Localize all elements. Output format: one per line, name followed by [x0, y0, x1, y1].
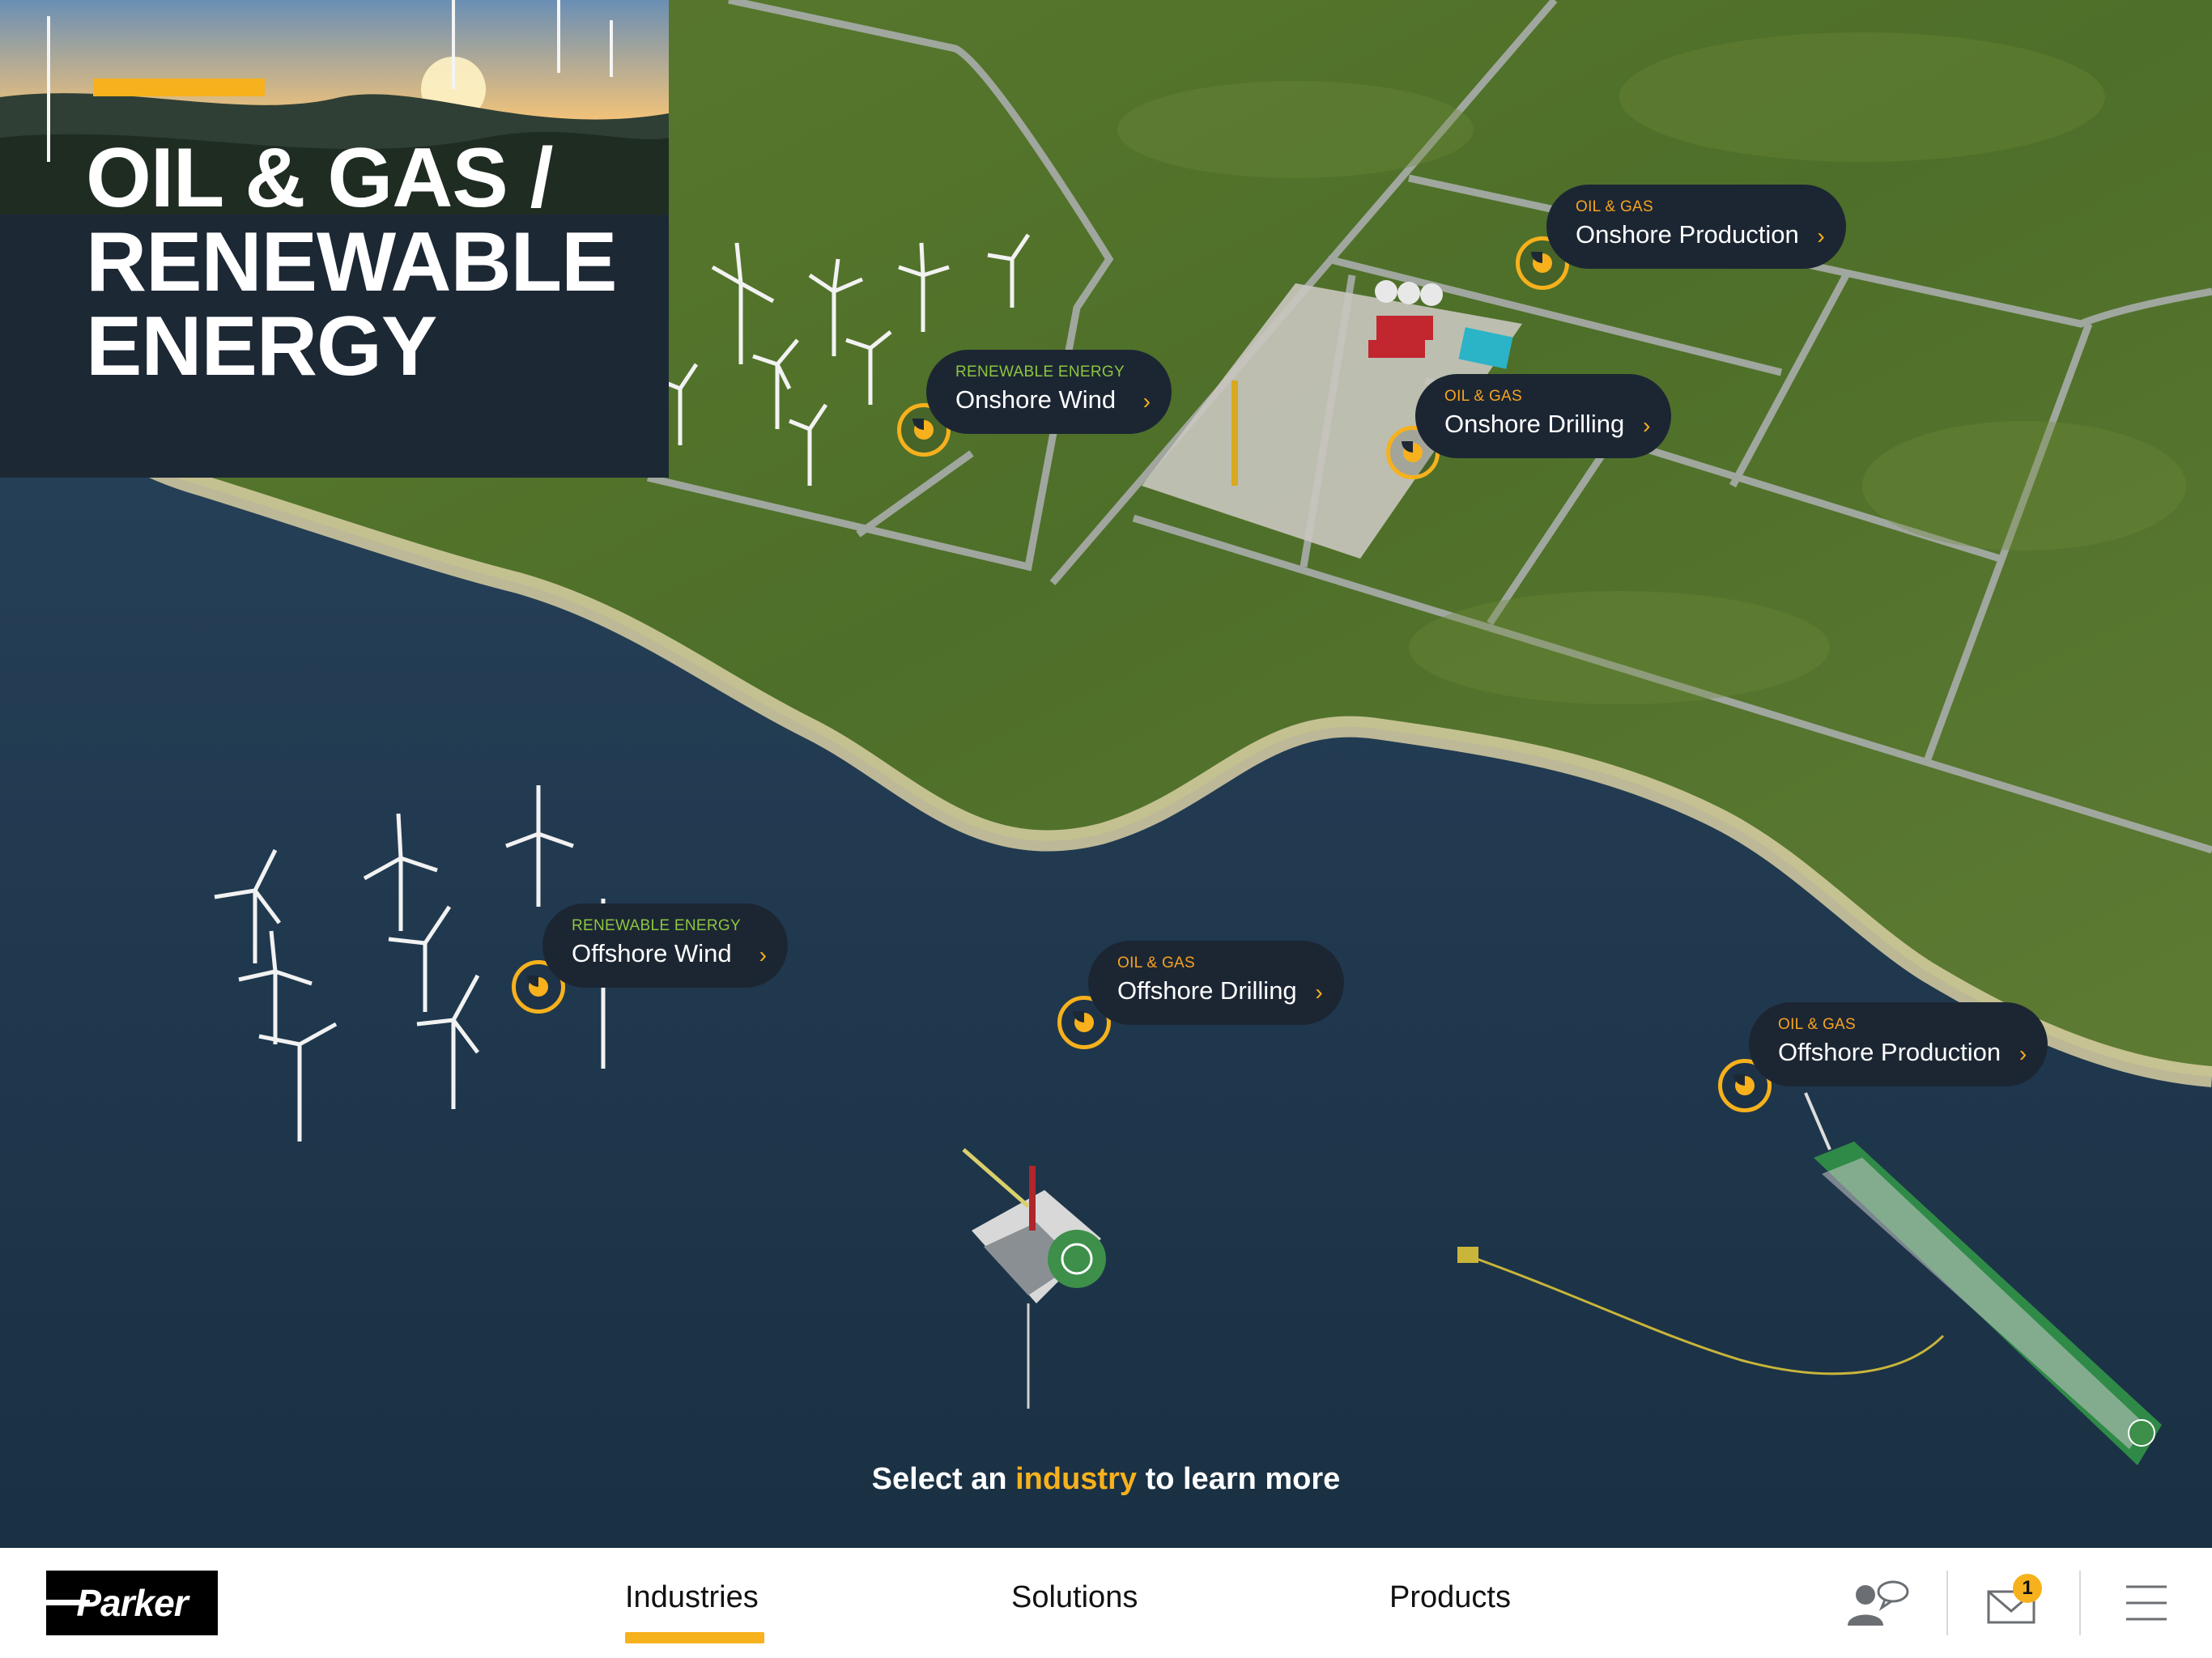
instruction-before: Select an	[871, 1462, 1007, 1496]
page-title: OIL & GAS / RENEWABLE ENERGY	[86, 136, 653, 389]
page-title-line-2: RENEWABLE	[86, 215, 617, 309]
chevron-right-icon: ›	[1817, 223, 1825, 249]
hotspot-label[interactable]: OIL & GAS Onshore Drilling ›	[1415, 374, 1672, 458]
bottom-navigation-bar: Parker Industries Solutions Products	[0, 1548, 2212, 1658]
chevron-right-icon: ›	[759, 942, 767, 967]
hotspot-category: RENEWABLE ENERGY	[955, 363, 1125, 380]
nav-divider	[2079, 1571, 2081, 1635]
hotspot-name: Offshore Wind	[572, 939, 732, 967]
hero-accent-bar	[93, 79, 265, 96]
active-nav-indicator	[625, 1632, 764, 1643]
hero-panel: OIL & GAS / RENEWABLE ENERGY	[0, 0, 669, 478]
hotspot-label[interactable]: OIL & GAS Offshore Production ›	[1749, 1002, 2048, 1086]
parker-logo[interactable]: Parker	[46, 1571, 218, 1635]
contact-chat-icon[interactable]	[1846, 1577, 1911, 1629]
hotspot-category: OIL & GAS	[1444, 388, 1522, 405]
instruction-text: Select an industry to learn more	[0, 1462, 2212, 1497]
page-title-line-3: ENERGY	[86, 300, 437, 393]
hotspot-name: Offshore Drilling	[1117, 976, 1297, 1005]
mail-notification-badge: 1	[2013, 1574, 2042, 1603]
hotspot-category: RENEWABLE ENERGY	[572, 917, 741, 934]
nav-item-solutions[interactable]: Solutions	[1011, 1580, 1138, 1615]
hotspot-label[interactable]: OIL & GAS Offshore Drilling ›	[1088, 941, 1344, 1025]
nav-item-industries[interactable]: Industries	[625, 1580, 759, 1615]
chevron-right-icon: ›	[1315, 980, 1323, 1005]
nav-item-products[interactable]: Products	[1389, 1580, 1511, 1615]
hotspot-category: OIL & GAS	[1117, 954, 1195, 971]
hotspot-name: Offshore Production	[1778, 1038, 2001, 1066]
hotspot-label[interactable]: RENEWABLE ENERGY Onshore Wind ›	[926, 350, 1172, 434]
hotspot-name: Onshore Production	[1576, 220, 1799, 249]
hotspot-label[interactable]: OIL & GAS Onshore Production ›	[1546, 185, 1846, 269]
chevron-right-icon: ›	[1642, 413, 1651, 438]
hamburger-menu-icon[interactable]	[2113, 1577, 2178, 1629]
hotspot-name: Onshore Wind	[955, 385, 1117, 414]
page-title-line-1: OIL & GAS /	[86, 131, 554, 225]
hotspot-label[interactable]: RENEWABLE ENERGY Offshore Wind ›	[542, 903, 788, 988]
nav-divider	[1946, 1571, 1948, 1635]
instruction-after: to learn more	[1145, 1462, 1341, 1496]
hotspot-name: Onshore Drilling	[1444, 410, 1625, 438]
chevron-right-icon: ›	[2018, 1041, 2027, 1066]
chevron-right-icon: ›	[1142, 389, 1151, 414]
instruction-highlight: industry	[1015, 1462, 1138, 1496]
hotspot-category: OIL & GAS	[1778, 1016, 1856, 1033]
hotspot-category: OIL & GAS	[1576, 198, 1653, 215]
